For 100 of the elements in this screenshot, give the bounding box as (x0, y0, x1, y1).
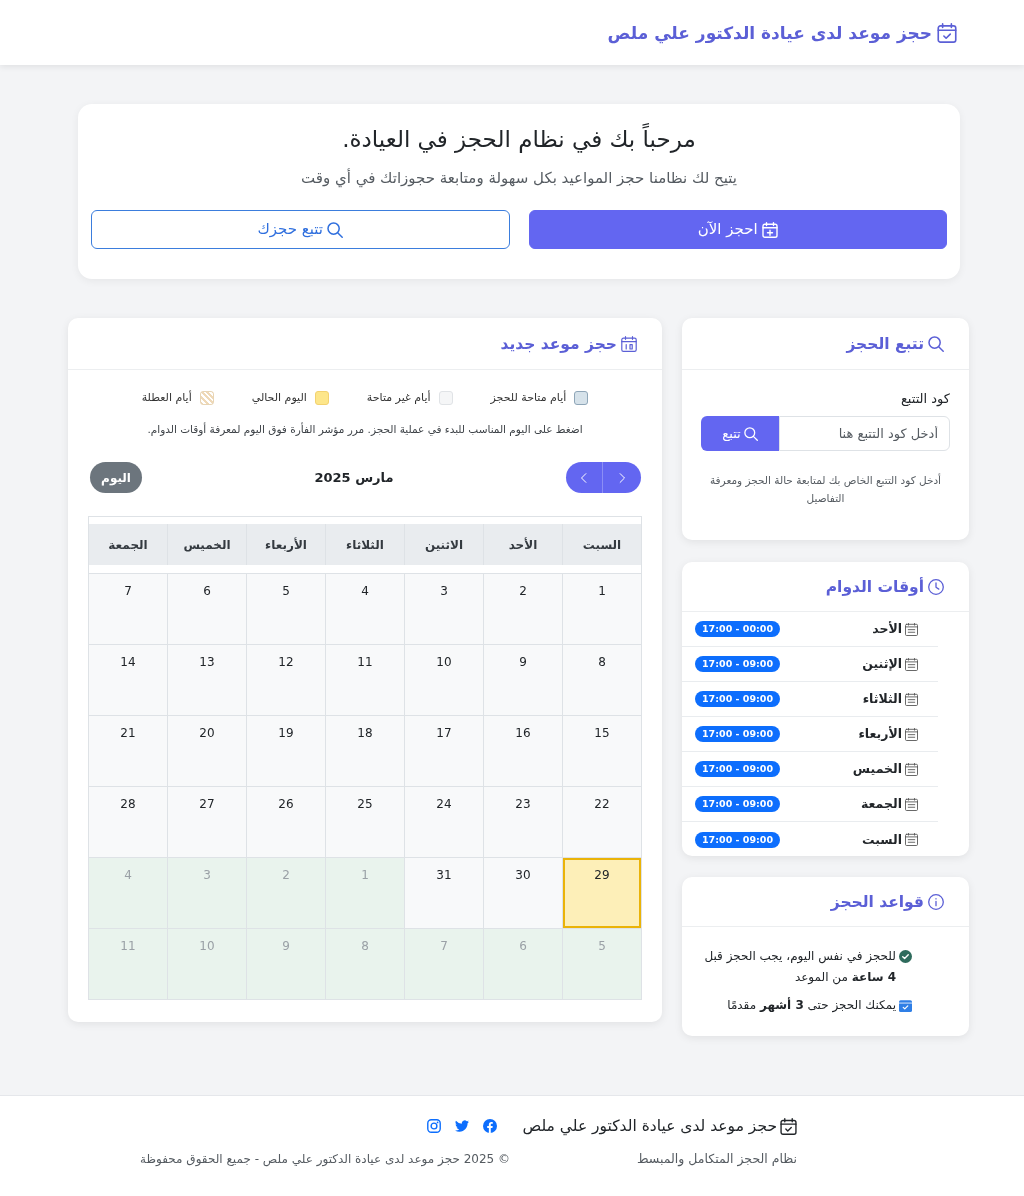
legend-label: أيام متاحة للحجز (490, 390, 567, 406)
field-label: كود التتبع (899, 390, 950, 409)
card-title: تتبع الحجز (846, 333, 924, 355)
calendar-day[interactable]: 27 (168, 787, 246, 857)
card-title: قواعد الحجز (830, 891, 924, 913)
hours-badge: 17:00 - 00:00 (695, 621, 781, 637)
search-icon (928, 335, 944, 352)
day-name: السبت (861, 830, 902, 849)
calendar-icon (905, 657, 918, 671)
rule-text: يمكنك الحجز حتى 3 أشهر مقدمًا (727, 996, 896, 1015)
prev-month-button[interactable] (603, 462, 641, 493)
calendar-day[interactable]: 12 (247, 645, 325, 715)
track-booking-button[interactable]: تتبع حجزك (91, 210, 510, 249)
calendar-icon (905, 833, 918, 846)
legend-label: أيام العطلة (141, 390, 192, 406)
legend-label: أيام غير متاحة (366, 390, 431, 406)
weekday-header: الثلاثاء (326, 524, 404, 565)
calendar-day[interactable]: 3 (405, 574, 483, 644)
calendar-day[interactable]: 4 (326, 574, 404, 644)
check-circle-icon (899, 950, 912, 963)
calendar-day[interactable]: 16 (484, 716, 562, 786)
calendar-day[interactable]: 29 (563, 858, 641, 928)
calendar-icon (905, 727, 918, 741)
next-month-button[interactable] (566, 462, 603, 493)
calendar-icon (905, 692, 918, 706)
calendar-day[interactable]: 8 (563, 645, 641, 715)
calendar-check-icon (899, 999, 912, 1012)
day-name: الخميس (852, 760, 902, 778)
calendar-day[interactable]: 20 (168, 716, 246, 786)
search-icon (327, 221, 344, 238)
clock-icon (928, 578, 944, 595)
weekday-header: الجمعة (89, 524, 167, 565)
calendar-day[interactable]: 31 (405, 858, 483, 928)
calendar-day[interactable]: 22 (563, 787, 641, 857)
calendar-day[interactable]: 1 (563, 574, 641, 644)
calendar-icon (905, 797, 918, 811)
tracking-help-text: أدخل كود التتبع الخاص بك لمتابعة حالة الحجز ومعرفة التفاصيل (708, 472, 942, 506)
rule-text: للحجز في نفس اليوم، يجب الحجز قبل 4 ساعة من الموعد (703, 948, 896, 987)
calendar-day[interactable]: 17 (405, 716, 483, 786)
day-name: الثلاثاء (862, 690, 902, 708)
today-button[interactable]: اليوم (90, 462, 142, 493)
search-icon (743, 426, 758, 441)
calendar-day[interactable]: 24 (405, 787, 483, 857)
footer-tagline: نظام الحجز المتكامل والمبسط (637, 1150, 797, 1169)
calendar-day[interactable]: 30 (484, 858, 562, 928)
track-button[interactable]: تتبع (701, 416, 779, 451)
calendar-day[interactable]: 9 (484, 645, 562, 715)
calendar-icon (621, 335, 637, 352)
calendar-day[interactable]: 15 (563, 716, 641, 786)
facebook-icon[interactable] (483, 1119, 497, 1133)
calendar-day[interactable]: 14 (89, 645, 167, 715)
weekday-header: الأربعاء (247, 524, 325, 565)
calendar-day[interactable]: 19 (247, 716, 325, 786)
calendar-day[interactable]: 7 (89, 574, 167, 644)
weekday-header: السبت (563, 524, 641, 565)
card-title: حجز موعد جديد (500, 333, 617, 355)
calendar-plus-icon (761, 221, 778, 238)
day-name: الإثنين (862, 655, 902, 673)
calendar-day[interactable]: 26 (247, 787, 325, 857)
hours-badge: 17:00 - 09:00 (695, 831, 781, 848)
weekday-header: الخميس (168, 524, 246, 565)
weekday-header: الاثنين (405, 524, 483, 565)
legend-swatch-icon (314, 391, 329, 405)
welcome-title: مرحباً بك في نظام الحجز في العيادة. (342, 122, 696, 156)
twitter-icon[interactable] (455, 1119, 469, 1133)
legend-swatch-icon (199, 391, 214, 405)
calendar-day[interactable]: 11 (326, 645, 404, 715)
copyright-text: © 2025 حجز موعد لدى عيادة الدكتور علي ملص - جميع الحقوق محفوظة (140, 1151, 510, 1169)
calendar-day[interactable]: 13 (168, 645, 246, 715)
legend-swatch-icon (438, 391, 453, 405)
calendar-day[interactable]: 2 (484, 574, 562, 644)
card-title: أوقات الدوام (825, 576, 924, 598)
hours-badge: 17:00 - 09:00 (695, 796, 781, 812)
calendar-hint: اضغط على اليوم المناسب للبدء في عملية الحجز. مرر مؤشر الفأرة فوق اليوم لمعرفة أوقات الدوام. (147, 421, 583, 438)
calendar-day[interactable]: 5 (247, 574, 325, 644)
hours-badge: 17:00 - 09:00 (695, 726, 781, 742)
info-icon (928, 893, 944, 910)
calendar-day[interactable]: 28 (89, 787, 167, 857)
calendar-day[interactable]: 18 (326, 716, 404, 786)
legend-label: اليوم الحالي (251, 390, 307, 406)
site-title[interactable]: حجز موعد لدى عيادة الدكتور علي ملص (607, 18, 932, 47)
hours-badge: 17:00 - 09:00 (695, 656, 781, 672)
day-name: الأربعاء (858, 725, 902, 743)
calendar-day[interactable]: 25 (326, 787, 404, 857)
hours-badge: 17:00 - 09:00 (695, 691, 781, 707)
book-now-button[interactable]: احجز الآن (528, 210, 947, 249)
day-name: الجمعة (861, 795, 902, 813)
hours-badge: 17:00 - 09:00 (695, 761, 781, 777)
calendar-day[interactable]: 23 (484, 787, 562, 857)
welcome-subtitle: يتيح لك نظامنا حجز المواعيد بكل سهولة ومتابعة حجوزاتك في أي وقت (301, 167, 737, 189)
instagram-icon[interactable] (427, 1119, 441, 1133)
calendar-month-title: مارس 2025 (314, 468, 394, 487)
weekday-header: الأحد (484, 524, 562, 565)
calendar-icon (905, 622, 918, 636)
calendar-day[interactable]: 21 (89, 716, 167, 786)
legend-swatch-icon (574, 391, 589, 405)
day-name: الأحد (872, 620, 902, 638)
calendar-day[interactable]: 6 (168, 574, 246, 644)
calendar-day[interactable]: 10 (405, 645, 483, 715)
footer-brand: حجز موعد لدى عيادة الدكتور علي ملص (522, 1116, 777, 1138)
